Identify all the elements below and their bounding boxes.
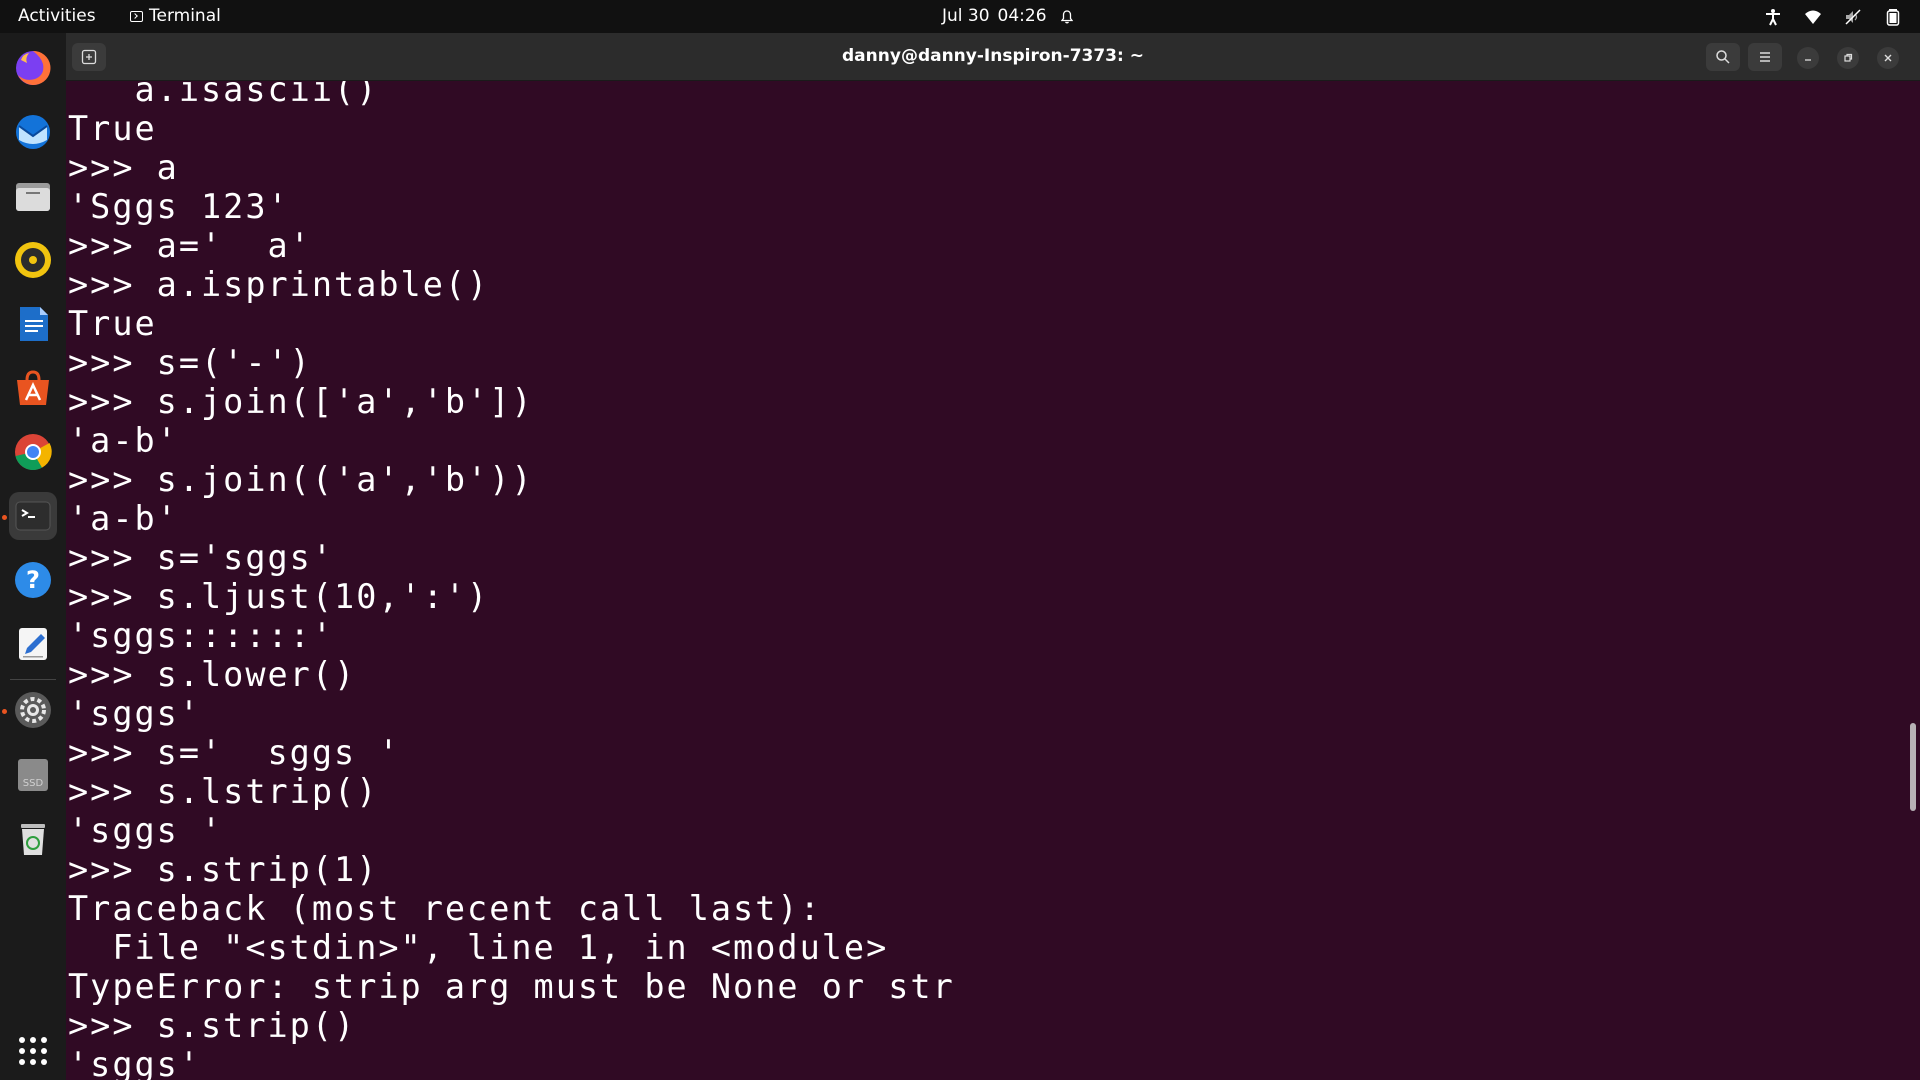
terminal-line: True — [68, 304, 157, 343]
search-button[interactable] — [1706, 43, 1740, 71]
settings-icon — [15, 692, 51, 728]
terminal-lines: a.isascii() True >>> a 'Sggs 123' >>> a=' a'… — [68, 81, 955, 1080]
dock-rhythmbox[interactable] — [9, 236, 57, 284]
scrollbar-thumb[interactable] — [1910, 723, 1916, 811]
terminal-line: >>> a=' a' — [68, 226, 312, 265]
dock-app-center[interactable] — [9, 364, 57, 412]
dock-help[interactable]: ? — [9, 556, 57, 604]
clock[interactable]: Jul 30 04:26 — [942, 0, 1073, 33]
terminal-line: 'sggs ' — [68, 811, 224, 850]
close-button[interactable] — [1877, 47, 1899, 69]
app-center-icon — [17, 370, 49, 405]
terminal-small-icon — [130, 11, 143, 22]
terminal-icon — [15, 501, 51, 531]
terminal-line: 'sggs::::::' — [68, 616, 335, 655]
volume-muted-icon[interactable] — [1844, 8, 1862, 26]
dock-thunderbird[interactable] — [9, 108, 57, 156]
ssd-label: SSD — [23, 778, 44, 789]
dock-show-apps[interactable] — [9, 1027, 57, 1075]
battery-icon[interactable] — [1884, 8, 1902, 26]
search-icon — [1716, 50, 1730, 64]
terminal-line: 'a-b' — [68, 499, 179, 538]
dock-writer[interactable] — [9, 300, 57, 348]
hamburger-menu-icon — [1760, 52, 1770, 62]
terminal-line: >>> s.join(['a','b']) — [68, 382, 534, 421]
terminal-line: >>> s.join(('a','b')) — [68, 460, 534, 499]
wifi-icon[interactable] — [1804, 8, 1822, 26]
terminal-running-indicator — [2, 515, 7, 520]
dock-terminal[interactable] — [9, 492, 57, 540]
minimize-icon — [1805, 59, 1811, 61]
app-menu-label: Terminal — [149, 6, 221, 26]
rhythmbox-icon — [15, 242, 51, 278]
writer-icon — [20, 307, 48, 341]
terminal-line: TypeError: strip arg must be None or str — [68, 967, 955, 1006]
terminal-line: >>> s.strip(1) — [68, 850, 379, 889]
terminal-line: >>> s.lower() — [68, 655, 357, 694]
help-icon: ? — [15, 562, 51, 598]
terminal-line: >>> s.lstrip() — [68, 772, 379, 811]
dock-chrome[interactable] — [9, 428, 57, 476]
thunderbird-icon — [16, 115, 50, 149]
dock: ? SSD — [0, 33, 66, 1080]
clock-time: 04:26 — [997, 6, 1047, 26]
terminal-window: danny@danny-Inspiron-7373: ~ a.isascii()… — [66, 33, 1920, 1080]
terminal-line: 'sggs' — [68, 694, 202, 733]
system-tray[interactable] — [1764, 0, 1902, 33]
activities-button[interactable]: Activities — [18, 0, 96, 33]
header-bar[interactable]: danny@danny-Inspiron-7373: ~ — [66, 33, 1920, 81]
dock-text-editor[interactable] — [9, 620, 57, 668]
firefox-icon — [16, 50, 51, 85]
chrome-icon — [15, 434, 52, 470]
terminal-line: >>> s='sggs' — [68, 538, 335, 577]
close-icon — [1884, 54, 1892, 62]
terminal-line: >>> s.ljust(10,':') — [68, 577, 490, 616]
show-apps-icon — [19, 1037, 47, 1065]
terminal-line: >>> s=' sggs ' — [68, 733, 401, 772]
dock-separator — [10, 679, 56, 680]
app-menu[interactable]: Terminal — [130, 0, 221, 33]
terminal-line: True — [68, 109, 157, 148]
terminal-line: File "<stdin>", line 1, in <module> — [68, 928, 889, 967]
terminal-line: 'Sggs 123' — [68, 187, 290, 226]
restore-button[interactable] — [1837, 47, 1859, 69]
ssd-drive-icon: SSD — [18, 759, 48, 791]
dock-firefox[interactable] — [9, 44, 57, 92]
svg-text:?: ? — [26, 566, 40, 594]
alarm-bell-icon — [1060, 9, 1073, 23]
terminal-line: >>> s.strip() — [68, 1006, 357, 1045]
terminal-output[interactable]: a.isascii() True >>> a 'Sggs 123' >>> a=' a'… — [66, 81, 1920, 1080]
terminal-line: 'sggs' — [68, 1045, 202, 1080]
menu-button[interactable] — [1748, 43, 1782, 71]
top-bar: Activities Terminal Jul 30 04:26 — [0, 0, 1920, 33]
restore-icon — [1844, 53, 1853, 62]
terminal-line: >>> s=('-') — [68, 343, 312, 382]
dock-trash[interactable] — [9, 814, 57, 862]
window-title: danny@danny-Inspiron-7373: ~ — [842, 46, 1144, 66]
text-editor-icon — [19, 628, 47, 660]
files-icon — [16, 183, 50, 211]
terminal-line: >>> a.isprintable() — [68, 265, 490, 304]
dock-settings[interactable] — [9, 686, 57, 734]
trash-icon — [21, 824, 45, 855]
terminal-line: 'a-b' — [68, 421, 179, 460]
settings-running-indicator — [2, 709, 7, 714]
minimize-button[interactable] — [1797, 47, 1819, 69]
clock-date: Jul 30 — [942, 6, 990, 26]
terminal-line: Traceback (most recent call last): — [68, 889, 822, 928]
terminal-line: >>> a — [68, 148, 179, 187]
dock-ssd[interactable]: SSD — [9, 750, 57, 798]
terminal-line: a.isascii() — [68, 81, 379, 109]
accessibility-icon[interactable] — [1764, 8, 1782, 26]
dock-files[interactable] — [9, 172, 57, 220]
